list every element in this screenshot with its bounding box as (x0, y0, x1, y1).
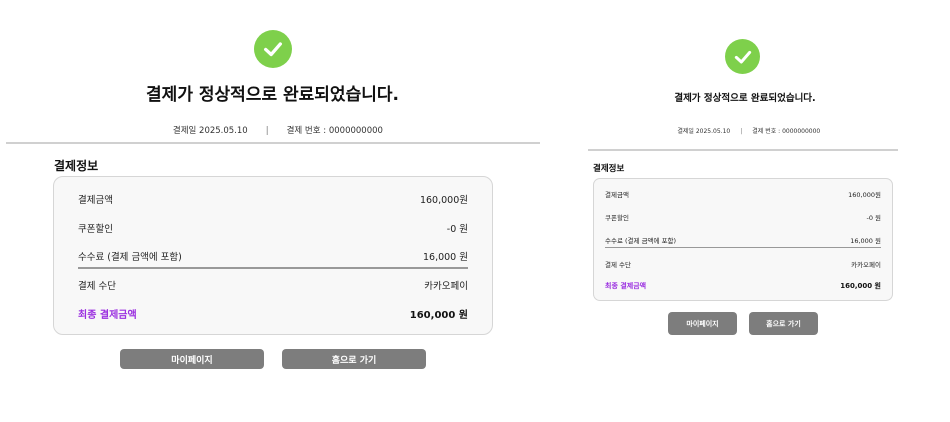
row-value: 160,000원 (419, 195, 468, 206)
payment-date: 결제일 2025.05.10 (677, 128, 731, 135)
payment-info-card: 결제금액 160,000원 쿠폰할인 -0 원 수수료 (결제 금액에 포함) … (593, 178, 893, 301)
row-value: 160,000 원 (409, 310, 468, 321)
page-title: 결제가 정상적으로 완료되었습니다. (146, 85, 399, 105)
payment-meta: 결제일 2025.05.10 | 결제 번호 : 0000000000 (585, 119, 905, 142)
home-button[interactable]: 홈으로 가기 (282, 349, 426, 369)
section-title: 결제정보 (54, 159, 99, 173)
page-title: 결제가 정상적으로 완료되었습니다. (674, 93, 816, 104)
row-payment-amount: 결제금액 160,000원 (54, 192, 492, 206)
row-method: 결제 수단 카카오페이 (54, 278, 492, 292)
row-value: 16,000 원 (422, 252, 468, 263)
row-label: 결제 수단 (78, 281, 116, 292)
row-label: 최종 결제금액 (605, 282, 647, 290)
row-label: 결제금액 (605, 191, 629, 199)
header-divider (6, 142, 540, 144)
payment-date: 결제일 2025.05.10 (172, 126, 248, 136)
mypage-button[interactable]: 마이페이지 (668, 312, 737, 335)
success-check-icon (254, 30, 292, 68)
payment-complete-large: 결제가 정상적으로 완료되었습니다. 결제일 2025.05.10 | 결제 번호 … (0, 0, 545, 422)
payment-complete-small: 결제가 정상적으로 완료되었습니다. 결제일 2025.05.10 | 결제 번호 … (585, 0, 905, 422)
row-value: 카카오페이 (851, 261, 881, 269)
row-divider (605, 247, 881, 248)
row-label: 쿠폰할인 (78, 224, 113, 235)
row-fee: 수수료 (결제 금액에 포함) 16,000 원 (54, 249, 492, 263)
row-label: 쿠폰할인 (605, 214, 629, 222)
row-value: 16,000 원 (850, 237, 881, 245)
payment-info-card: 결제금액 160,000원 쿠폰할인 -0 원 수수료 (결제 금액에 포함) … (53, 176, 493, 335)
row-divider (78, 267, 468, 269)
row-value: -0 원 (866, 214, 881, 222)
mypage-button[interactable]: 마이페이지 (120, 349, 264, 369)
section-title: 결제정보 (593, 164, 625, 174)
row-label: 수수료 (결제 금액에 포함) (605, 237, 677, 245)
row-label: 최종 결제금액 (78, 310, 137, 321)
row-label: 결제 수단 (605, 261, 631, 269)
success-check-icon (725, 39, 760, 74)
row-coupon: 쿠폰할인 -0 원 (54, 221, 492, 235)
row-label: 결제금액 (78, 195, 113, 206)
meta-separator: | (265, 126, 269, 136)
home-button[interactable]: 홈으로 가기 (749, 312, 818, 335)
row-value: -0 원 (446, 224, 468, 235)
row-coupon: 쿠폰할인 -0 원 (594, 212, 892, 222)
header-divider (588, 149, 898, 151)
meta-separator: | (740, 128, 743, 135)
payment-number: 결제 번호 : 0000000000 (286, 126, 383, 136)
row-payment-amount: 결제금액 160,000원 (594, 189, 892, 199)
row-final-amount: 최종 결제금액 160,000 원 (54, 306, 492, 321)
payment-number: 결제 번호 : 0000000000 (752, 128, 821, 135)
row-method: 결제 수단 카카오페이 (594, 259, 892, 269)
row-fee: 수수료 (결제 금액에 포함) 16,000 원 (594, 235, 892, 245)
row-final-amount: 최종 결제금액 160,000 원 (594, 281, 892, 291)
row-value: 160,000원 (848, 191, 881, 199)
row-label: 수수료 (결제 금액에 포함) (78, 252, 182, 263)
row-value: 160,000 원 (840, 282, 881, 290)
row-value: 카카오페이 (424, 281, 468, 292)
